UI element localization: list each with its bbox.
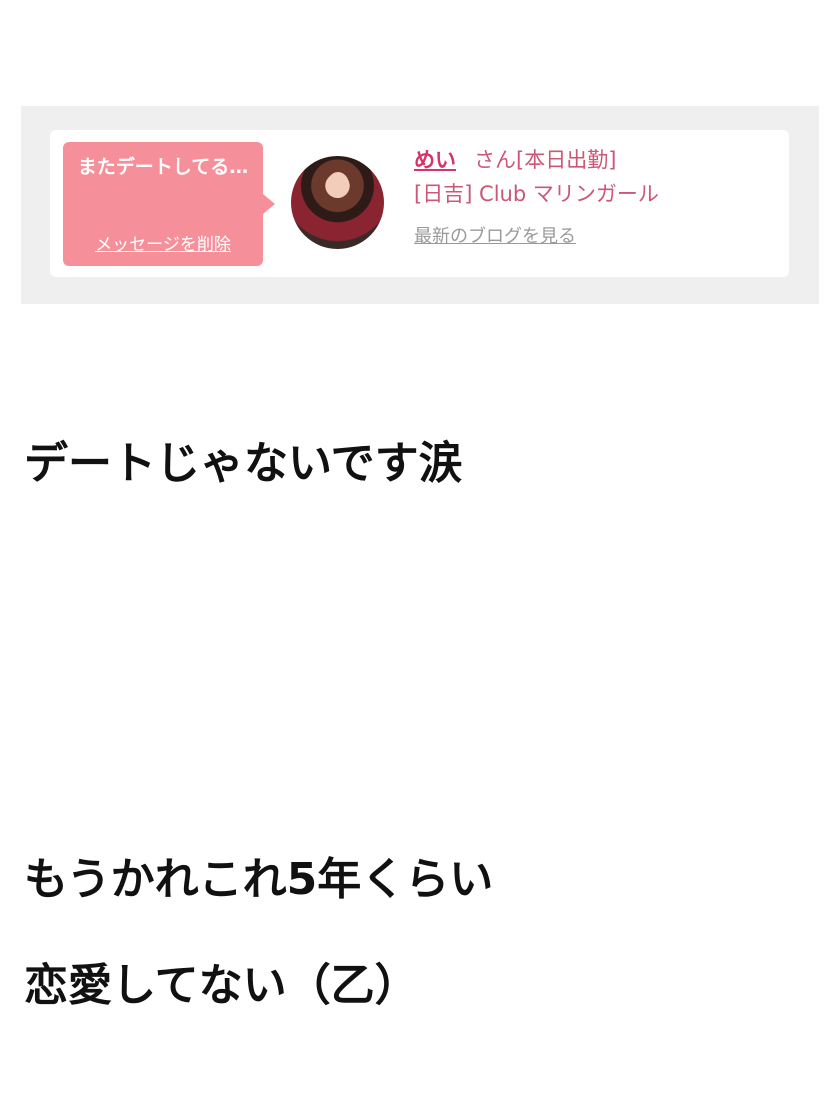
message-text: またデートしてる… — [77, 156, 249, 178]
cast-name-link[interactable]: めい — [414, 148, 456, 172]
latest-blog-link[interactable]: 最新のブログを見る — [414, 222, 659, 248]
body-text-line-3: 恋愛してない（乙） — [24, 960, 419, 1011]
body-text-line-1: デートじゃないです涙 — [24, 438, 463, 489]
delete-message-link[interactable]: メッセージを削除 — [63, 230, 263, 255]
message-card: またデートしてる… メッセージを削除 めい さん[本日出勤] [日吉] Club … — [50, 130, 789, 277]
avatar[interactable] — [291, 156, 384, 249]
body-text-line-2: もうかれこれ5年くらい — [24, 854, 494, 905]
avatar-face-icon — [327, 172, 349, 198]
message-card-container: またデートしてる… メッセージを削除 めい さん[本日出勤] [日吉] Club … — [21, 106, 819, 304]
cast-info: めい さん[本日出勤] [日吉] Club マリンガール 最新のブログを見る — [414, 144, 659, 248]
message-bubble: またデートしてる… メッセージを削除 — [63, 142, 275, 266]
shop-name: [日吉] Club マリンガール — [414, 182, 659, 206]
cast-name-line: めい さん[本日出勤] — [414, 144, 659, 176]
cast-status: さん[本日出勤] — [474, 148, 617, 172]
